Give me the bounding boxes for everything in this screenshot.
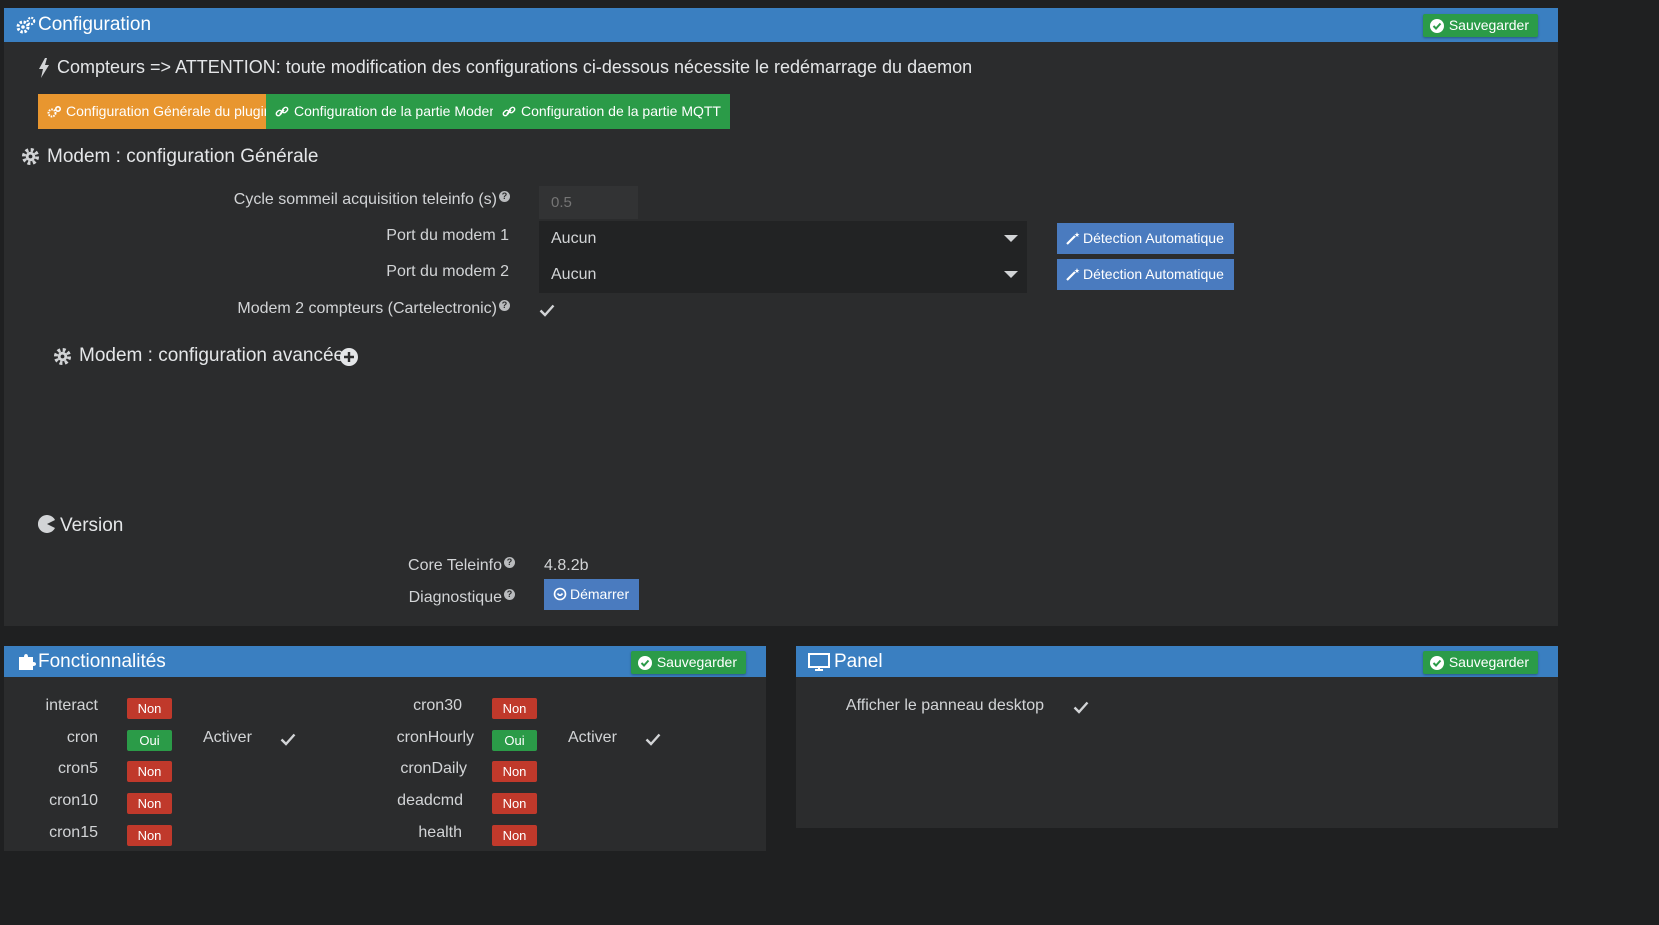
tab-modem[interactable]: Configuration de la partie Modem xyxy=(266,94,511,129)
stethoscope-icon xyxy=(553,587,567,601)
status-badge: Non xyxy=(492,698,537,719)
help-icon[interactable]: ? xyxy=(504,589,515,600)
config-save-button[interactable]: Sauvegarder xyxy=(1422,14,1538,37)
help-icon[interactable]: ? xyxy=(504,557,515,568)
modem-general-title: Modem : configuration Générale xyxy=(47,146,319,167)
core-teleinfo-label: Core Teleinfo? xyxy=(304,557,515,575)
modem2-label-text: Modem 2 compteurs (Cartelectronic) xyxy=(237,300,497,317)
check-circle-icon xyxy=(1429,656,1444,670)
activate-label: Activer xyxy=(203,729,252,746)
plus-circle-icon[interactable] xyxy=(340,348,358,366)
help-icon[interactable]: ? xyxy=(499,191,510,202)
check-circle-icon xyxy=(1429,19,1444,33)
detect-auto-button-1[interactable]: Détection Automatique xyxy=(1057,223,1234,254)
features-panel: Fonctionnalités Sauvegarder interact Non… xyxy=(4,646,766,851)
cogs-icon xyxy=(47,106,61,118)
start-diagnostic-label: Démarrer xyxy=(570,586,630,602)
cycle-label: Cycle sommeil acquisition teleinfo (s)? xyxy=(154,191,510,209)
gear-icon xyxy=(21,147,40,166)
status-badge: Non xyxy=(127,761,172,782)
cogs-icon xyxy=(16,16,36,34)
cronhourly-activate-checkbox[interactable] xyxy=(644,730,662,748)
link-icon xyxy=(502,106,516,117)
modem2-checkbox[interactable] xyxy=(538,301,556,319)
magic-wand-icon xyxy=(1066,268,1080,281)
puzzle-icon xyxy=(19,654,36,670)
feature-label: cronHourly xyxy=(396,729,474,746)
bolt-icon xyxy=(39,58,49,78)
status-badge: Non xyxy=(492,793,537,814)
version-title: Version xyxy=(60,515,124,536)
attention-warning: Compteurs => ATTENTION: toute modificati… xyxy=(57,57,973,77)
cycle-label-text: Cycle sommeil acquisition teleinfo (s) xyxy=(233,191,497,208)
desktop-icon xyxy=(808,653,830,671)
feature-label: cron30 xyxy=(413,697,462,714)
tab-mqtt[interactable]: Configuration de la partie MQTT xyxy=(493,94,730,129)
tab-general-plugin[interactable]: Configuration Générale du plugin xyxy=(38,94,281,129)
start-diagnostic-button[interactable]: Démarrer xyxy=(544,579,640,610)
panel-panel: Panel Sauvegarder Afficher le panneau de… xyxy=(796,646,1558,828)
status-badge: Non xyxy=(492,825,537,846)
panel-header: Panel Sauvegarder xyxy=(796,646,1558,677)
link-icon xyxy=(275,106,289,117)
help-icon[interactable]: ? xyxy=(499,300,510,311)
chevron-down-icon xyxy=(1004,271,1018,278)
desktop-panel-checkbox[interactable] xyxy=(1072,698,1090,716)
activate-label: Activer xyxy=(568,729,617,746)
configuration-header: Configuration Sauvegarder xyxy=(4,8,1558,42)
diagnostic-label: Diagnostique? xyxy=(304,589,515,607)
diagnostic-label-text: Diagnostique xyxy=(408,589,502,606)
panel-title: Panel xyxy=(834,651,883,672)
port1-value: Aucun xyxy=(551,230,597,247)
pie-icon xyxy=(38,515,55,533)
status-badge: Non xyxy=(492,761,537,782)
check-circle-icon xyxy=(637,656,652,670)
feature-label: health xyxy=(418,824,462,841)
feature-label: cron xyxy=(66,729,98,746)
tab-mqtt-label: Configuration de la partie MQTT xyxy=(521,103,721,119)
features-header: Fonctionnalités Sauvegarder xyxy=(4,646,766,677)
core-teleinfo-label-text: Core Teleinfo xyxy=(408,557,502,574)
config-save-label: Sauvegarder xyxy=(1448,17,1529,33)
features-save-button[interactable]: Sauvegarder xyxy=(630,651,746,674)
cycle-input[interactable] xyxy=(539,186,638,219)
feature-label: cronDaily xyxy=(400,760,467,777)
status-badge: Non xyxy=(127,825,172,846)
feature-label: cron5 xyxy=(57,760,98,777)
detect-auto-label-2: Détection Automatique xyxy=(1083,266,1224,282)
detect-auto-label-1: Détection Automatique xyxy=(1083,230,1224,246)
features-save-label: Sauvegarder xyxy=(656,654,737,670)
feature-label: cron15 xyxy=(49,824,98,841)
configuration-title: Configuration xyxy=(38,14,152,35)
panel-save-label: Sauvegarder xyxy=(1448,654,1529,670)
configuration-panel: Configuration Sauvegarder Compteurs => A… xyxy=(4,8,1558,626)
feature-label: deadcmd xyxy=(397,792,463,809)
features-title: Fonctionnalités xyxy=(38,651,166,672)
gear-icon xyxy=(53,347,72,366)
modem-advanced-title: Modem : configuration avancée xyxy=(79,345,345,366)
port2-select[interactable]: Aucun xyxy=(539,257,1027,293)
feature-label: cron10 xyxy=(49,792,98,809)
detect-auto-button-2[interactable]: Détection Automatique xyxy=(1057,259,1234,290)
feature-label: interact xyxy=(45,697,98,714)
tab-general-plugin-label: Configuration Générale du plugin xyxy=(66,103,272,119)
panel-save-button[interactable]: Sauvegarder xyxy=(1422,651,1538,674)
desktop-panel-label: Afficher le panneau desktop xyxy=(845,697,1044,714)
modem2-label: Modem 2 compteurs (Cartelectronic)? xyxy=(154,300,510,318)
status-badge: Oui xyxy=(492,730,537,751)
port2-label: Port du modem 2 xyxy=(386,263,509,280)
port1-label: Port du modem 1 xyxy=(386,227,509,244)
magic-wand-icon xyxy=(1066,232,1080,245)
status-badge: Non xyxy=(127,793,172,814)
chevron-down-icon xyxy=(1004,235,1018,242)
port1-select[interactable]: Aucun xyxy=(539,221,1027,257)
cron-activate-checkbox[interactable] xyxy=(279,730,297,748)
tab-modem-label: Configuration de la partie Modem xyxy=(294,103,502,119)
status-badge: Oui xyxy=(127,730,172,751)
core-teleinfo-value: 4.8.2b xyxy=(544,557,589,574)
status-badge: Non xyxy=(127,698,172,719)
port2-value: Aucun xyxy=(551,266,597,283)
